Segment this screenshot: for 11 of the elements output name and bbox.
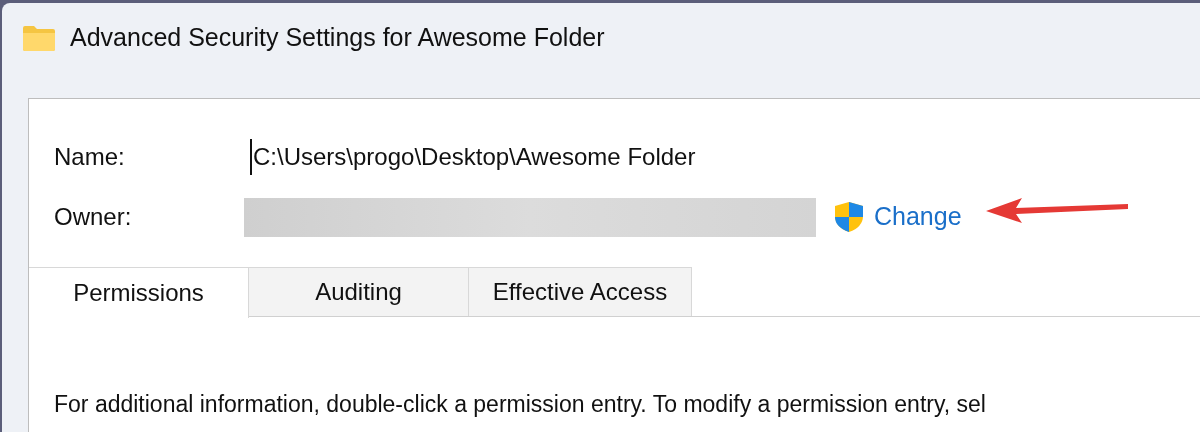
window-title: Advanced Security Settings for Awesome Folder [70,22,605,54]
field-label: Owner: [54,202,133,232]
info-text: For additional information, double-click a permission entry. To modify a permission entry, sel [53,390,987,419]
tab[interactable]: Auditing [249,267,469,316]
tab[interactable]: Effective Access [469,267,692,316]
shield-icon [832,200,866,234]
path-field[interactable]: C:\Users\progo\Desktop\Awesome Folder [250,139,696,175]
change-link[interactable]: Change [874,198,962,236]
field-label: Name: [54,142,126,172]
tab[interactable]: Permissions [29,267,249,318]
folder-icon [22,24,56,52]
